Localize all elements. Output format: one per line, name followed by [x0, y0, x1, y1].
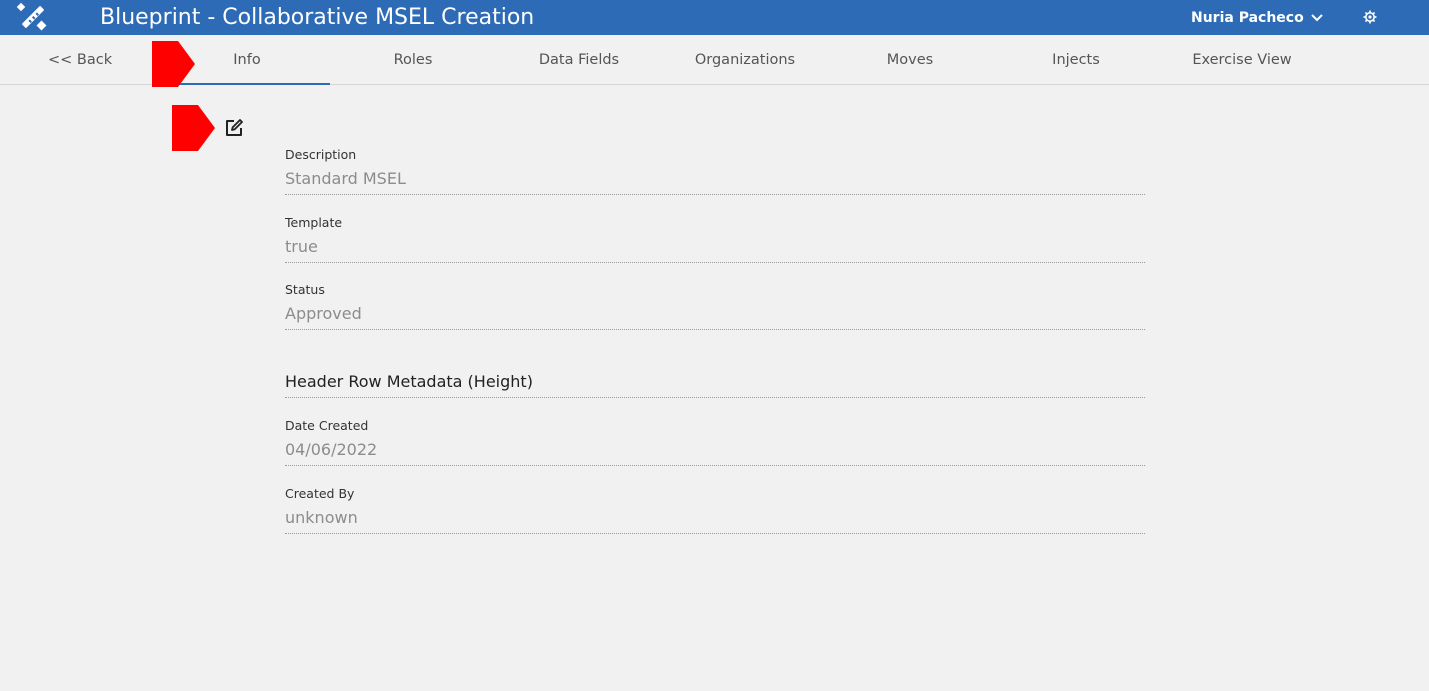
- tab-moves[interactable]: Moves: [827, 35, 993, 85]
- tab-roles[interactable]: Roles: [330, 35, 496, 85]
- edit-marker-arrow: [172, 105, 215, 151]
- edit-icon[interactable]: [223, 117, 245, 139]
- app-title: Blueprint - Collaborative MSEL Creation: [100, 5, 535, 30]
- back-link[interactable]: << Back: [48, 35, 112, 85]
- field-label: Created By: [285, 486, 355, 501]
- user-menu[interactable]: Nuria Pacheco: [1191, 8, 1323, 28]
- field-label: Description: [285, 147, 357, 162]
- field-label: Template: [285, 215, 343, 230]
- app-logo-icon[interactable]: [16, 2, 48, 32]
- field-value: Approved: [285, 304, 362, 323]
- field-value: unknown: [285, 508, 358, 527]
- tab-organizations[interactable]: Organizations: [662, 35, 828, 85]
- user-name: Nuria Pacheco: [1191, 10, 1304, 26]
- section-heading: Header Row Metadata (Height): [285, 370, 1145, 398]
- app-header: Blueprint - Collaborative MSEL Creation …: [0, 0, 1429, 35]
- gear-icon[interactable]: [1363, 10, 1377, 24]
- chevron-down-icon: [1311, 14, 1323, 22]
- date-created-field: Date Created 04/06/2022: [285, 418, 1145, 466]
- field-value: Standard MSEL: [285, 169, 406, 188]
- tab-injects[interactable]: Injects: [993, 35, 1159, 85]
- template-field: Template true: [285, 215, 1145, 263]
- field-label: Date Created: [285, 418, 369, 433]
- tab-exercise-view[interactable]: Exercise View: [1159, 35, 1325, 85]
- status-field: Status Approved: [285, 282, 1145, 330]
- tab-bar: << Back Info Roles Data Fields Organizat…: [0, 35, 1429, 85]
- tab-marker-arrow: [152, 41, 195, 87]
- description-field: Description Standard MSEL: [285, 147, 1145, 195]
- field-value: true: [285, 237, 318, 256]
- created-by-field: Created By unknown: [285, 486, 1145, 534]
- field-label: Status: [285, 282, 325, 297]
- field-value: 04/06/2022: [285, 440, 378, 459]
- tab-data-fields[interactable]: Data Fields: [496, 35, 662, 85]
